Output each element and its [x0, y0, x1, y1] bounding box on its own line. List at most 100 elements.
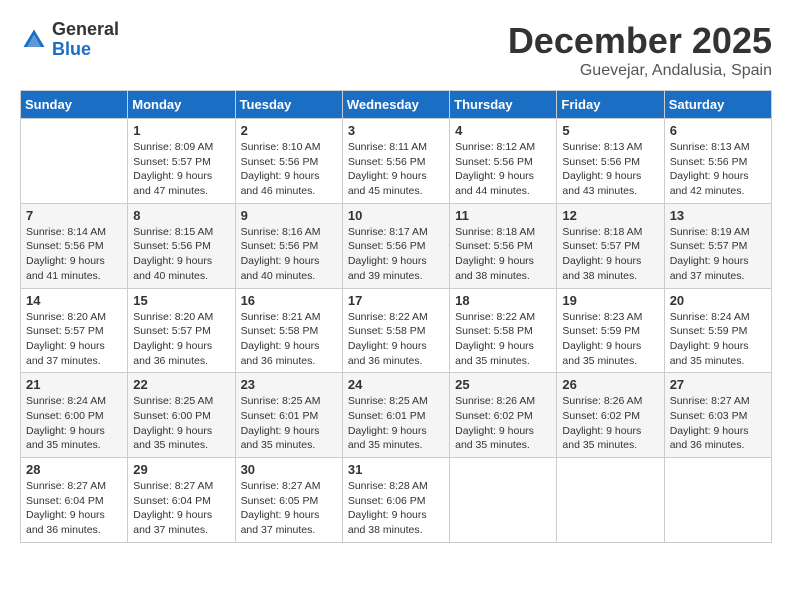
calendar-cell: 30 Sunrise: 8:27 AMSunset: 6:05 PMDayligh…: [235, 458, 342, 543]
day-info: Sunrise: 8:25 AMSunset: 6:01 PMDaylight:…: [241, 394, 337, 453]
day-number: 1: [133, 123, 229, 138]
calendar-table: SundayMondayTuesdayWednesdayThursdayFrid…: [20, 90, 772, 543]
day-number: 11: [455, 208, 551, 223]
calendar-cell: 2 Sunrise: 8:10 AMSunset: 5:56 PMDaylight…: [235, 119, 342, 204]
calendar-cell: 22 Sunrise: 8:25 AMSunset: 6:00 PMDayligh…: [128, 373, 235, 458]
calendar-cell: 18 Sunrise: 8:22 AMSunset: 5:58 PMDayligh…: [450, 288, 557, 373]
col-header-thursday: Thursday: [450, 91, 557, 119]
day-info: Sunrise: 8:13 AMSunset: 5:56 PMDaylight:…: [670, 140, 766, 199]
day-number: 20: [670, 293, 766, 308]
day-number: 23: [241, 377, 337, 392]
day-info: Sunrise: 8:20 AMSunset: 5:57 PMDaylight:…: [26, 310, 122, 369]
calendar-cell: 3Sunrise: 8:11 AMSunset: 5:56 PMDaylight…: [342, 119, 449, 204]
day-number: 15: [133, 293, 229, 308]
day-number: 31: [348, 462, 444, 477]
day-number: 4: [455, 123, 551, 138]
week-row-1: 1 Sunrise: 8:09 AMSunset: 5:57 PMDaylight…: [21, 119, 772, 204]
calendar-cell: 12 Sunrise: 8:18 AMSunset: 5:57 PMDayligh…: [557, 203, 664, 288]
day-number: 24: [348, 377, 444, 392]
logo-blue: Blue: [52, 40, 119, 60]
calendar-cell: 21 Sunrise: 8:24 AMSunset: 6:00 PMDayligh…: [21, 373, 128, 458]
day-number: 26: [562, 377, 658, 392]
calendar-cell: 24Sunrise: 8:25 AMSunset: 6:01 PMDayligh…: [342, 373, 449, 458]
day-number: 9: [241, 208, 337, 223]
calendar-cell: 9 Sunrise: 8:16 AMSunset: 5:56 PMDaylight…: [235, 203, 342, 288]
col-header-monday: Monday: [128, 91, 235, 119]
calendar-cell: [21, 119, 128, 204]
day-info: Sunrise: 8:14 AMSunset: 5:56 PMDaylight:…: [26, 225, 122, 284]
day-info: Sunrise: 8:15 AMSunset: 5:56 PMDaylight:…: [133, 225, 229, 284]
day-info: Sunrise: 8:27 AMSunset: 6:04 PMDaylight:…: [26, 479, 122, 538]
calendar-cell: 16Sunrise: 8:21 AMSunset: 5:58 PMDayligh…: [235, 288, 342, 373]
col-header-friday: Friday: [557, 91, 664, 119]
day-number: 6: [670, 123, 766, 138]
week-row-4: 21 Sunrise: 8:24 AMSunset: 6:00 PMDayligh…: [21, 373, 772, 458]
calendar-cell: 8 Sunrise: 8:15 AMSunset: 5:56 PMDaylight…: [128, 203, 235, 288]
logo-general: General: [52, 20, 119, 40]
calendar-cell: 20 Sunrise: 8:24 AMSunset: 5:59 PMDayligh…: [664, 288, 771, 373]
day-number: 8: [133, 208, 229, 223]
logo: General Blue: [20, 20, 119, 60]
day-info: Sunrise: 8:09 AMSunset: 5:57 PMDaylight:…: [133, 140, 229, 199]
day-info: Sunrise: 8:20 AMSunset: 5:57 PMDaylight:…: [133, 310, 229, 369]
col-header-wednesday: Wednesday: [342, 91, 449, 119]
calendar-cell: 23 Sunrise: 8:25 AMSunset: 6:01 PMDayligh…: [235, 373, 342, 458]
day-number: 22: [133, 377, 229, 392]
day-number: 3: [348, 123, 444, 138]
day-info: Sunrise: 8:17 AMSunset: 5:56 PMDaylight:…: [348, 225, 444, 284]
calendar-cell: 7Sunrise: 8:14 AMSunset: 5:56 PMDaylight…: [21, 203, 128, 288]
day-number: 25: [455, 377, 551, 392]
day-info: Sunrise: 8:25 AMSunset: 6:00 PMDaylight:…: [133, 394, 229, 453]
col-header-tuesday: Tuesday: [235, 91, 342, 119]
day-number: 27: [670, 377, 766, 392]
calendar-cell: 4Sunrise: 8:12 AMSunset: 5:56 PMDaylight…: [450, 119, 557, 204]
calendar-cell: [664, 458, 771, 543]
day-number: 29: [133, 462, 229, 477]
calendar-cell: 6 Sunrise: 8:13 AMSunset: 5:56 PMDaylight…: [664, 119, 771, 204]
day-number: 21: [26, 377, 122, 392]
logo-text: General Blue: [52, 20, 119, 60]
day-info: Sunrise: 8:10 AMSunset: 5:56 PMDaylight:…: [241, 140, 337, 199]
day-info: Sunrise: 8:27 AMSunset: 6:05 PMDaylight:…: [241, 479, 337, 538]
col-header-sunday: Sunday: [21, 91, 128, 119]
day-info: Sunrise: 8:26 AMSunset: 6:02 PMDaylight:…: [455, 394, 551, 453]
location: Guevejar, Andalusia, Spain: [508, 62, 772, 80]
calendar-cell: 10 Sunrise: 8:17 AMSunset: 5:56 PMDayligh…: [342, 203, 449, 288]
day-info: Sunrise: 8:26 AMSunset: 6:02 PMDaylight:…: [562, 394, 658, 453]
day-info: Sunrise: 8:18 AMSunset: 5:57 PMDaylight:…: [562, 225, 658, 284]
logo-icon: [20, 26, 48, 54]
day-info: Sunrise: 8:23 AMSunset: 5:59 PMDaylight:…: [562, 310, 658, 369]
day-info: Sunrise: 8:24 AMSunset: 5:59 PMDaylight:…: [670, 310, 766, 369]
calendar-cell: 15 Sunrise: 8:20 AMSunset: 5:57 PMDayligh…: [128, 288, 235, 373]
day-info: Sunrise: 8:28 AMSunset: 6:06 PMDaylight:…: [348, 479, 444, 538]
month-title: December 2025: [508, 20, 772, 62]
calendar-cell: 1 Sunrise: 8:09 AMSunset: 5:57 PMDaylight…: [128, 119, 235, 204]
day-info: Sunrise: 8:18 AMSunset: 5:56 PMDaylight:…: [455, 225, 551, 284]
calendar-cell: 25 Sunrise: 8:26 AMSunset: 6:02 PMDayligh…: [450, 373, 557, 458]
day-number: 2: [241, 123, 337, 138]
day-number: 16: [241, 293, 337, 308]
day-number: 10: [348, 208, 444, 223]
calendar-cell: [450, 458, 557, 543]
day-info: Sunrise: 8:27 AMSunset: 6:04 PMDaylight:…: [133, 479, 229, 538]
day-number: 30: [241, 462, 337, 477]
day-info: Sunrise: 8:13 AMSunset: 5:56 PMDaylight:…: [562, 140, 658, 199]
calendar-cell: 5 Sunrise: 8:13 AMSunset: 5:56 PMDaylight…: [557, 119, 664, 204]
calendar-cell: 17Sunrise: 8:22 AMSunset: 5:58 PMDayligh…: [342, 288, 449, 373]
day-number: 28: [26, 462, 122, 477]
calendar-header-row: SundayMondayTuesdayWednesdayThursdayFrid…: [21, 91, 772, 119]
calendar-cell: 26 Sunrise: 8:26 AMSunset: 6:02 PMDayligh…: [557, 373, 664, 458]
week-row-2: 7Sunrise: 8:14 AMSunset: 5:56 PMDaylight…: [21, 203, 772, 288]
col-header-saturday: Saturday: [664, 91, 771, 119]
calendar-cell: 14Sunrise: 8:20 AMSunset: 5:57 PMDayligh…: [21, 288, 128, 373]
day-number: 13: [670, 208, 766, 223]
calendar-cell: 31 Sunrise: 8:28 AMSunset: 6:06 PMDayligh…: [342, 458, 449, 543]
day-info: Sunrise: 8:16 AMSunset: 5:56 PMDaylight:…: [241, 225, 337, 284]
day-number: 12: [562, 208, 658, 223]
calendar-cell: 29 Sunrise: 8:27 AMSunset: 6:04 PMDayligh…: [128, 458, 235, 543]
day-number: 17: [348, 293, 444, 308]
day-info: Sunrise: 8:24 AMSunset: 6:00 PMDaylight:…: [26, 394, 122, 453]
day-number: 5: [562, 123, 658, 138]
day-number: 18: [455, 293, 551, 308]
day-info: Sunrise: 8:22 AMSunset: 5:58 PMDaylight:…: [455, 310, 551, 369]
